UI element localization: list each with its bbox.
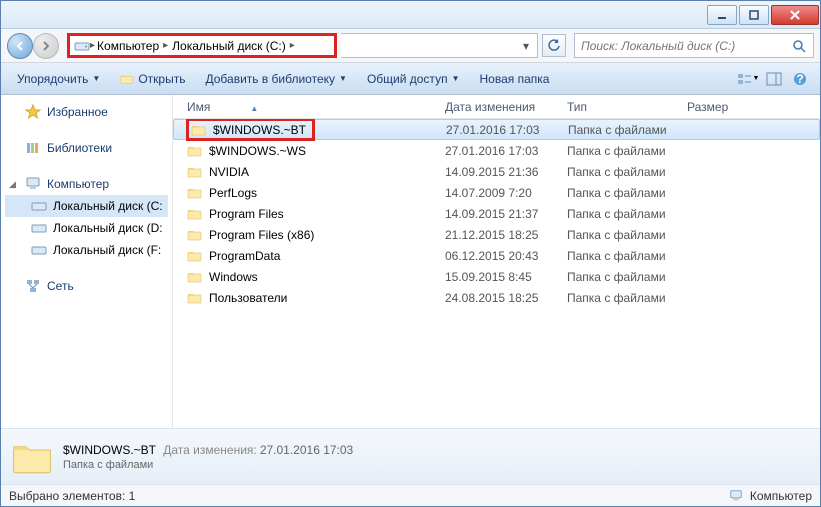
star-icon <box>25 104 41 120</box>
back-button[interactable] <box>7 33 33 59</box>
drive-icon <box>74 38 90 54</box>
open-button[interactable]: Открыть <box>112 68 193 90</box>
cell-name: $WINDOWS.~BT <box>182 119 440 141</box>
column-type[interactable]: Тип <box>561 100 681 114</box>
details-pane: $WINDOWS.~BT Дата изменения: 27.01.2016 … <box>1 428 820 484</box>
drive-icon <box>31 198 47 214</box>
cell-name: Program Files <box>181 207 439 221</box>
sidebar-drive-d[interactable]: Локальный диск (D: <box>5 217 168 239</box>
refresh-button[interactable] <box>542 34 566 57</box>
titlebar <box>1 1 820 29</box>
add-to-library-menu[interactable]: Добавить в библиотеку▼ <box>197 68 354 90</box>
sidebar-network[interactable]: Сеть <box>5 275 168 297</box>
cell-type: Папка с файлами <box>561 207 681 221</box>
organize-menu[interactable]: Упорядочить▼ <box>9 68 108 90</box>
breadcrumb[interactable]: ▸ Компьютер▸ Локальный диск (C:)▸ <box>67 33 337 58</box>
cell-date: 06.12.2015 20:43 <box>439 249 561 263</box>
cell-type: Папка с файлами <box>561 249 681 263</box>
share-menu[interactable]: Общий доступ▼ <box>359 68 468 90</box>
network-icon <box>25 278 41 294</box>
drive-icon <box>31 242 47 258</box>
svg-text:?: ? <box>796 72 803 86</box>
status-bar: Выбрано элементов: 1 Компьютер <box>1 484 820 506</box>
cell-type: Папка с файлами <box>561 228 681 242</box>
forward-button[interactable] <box>33 33 59 59</box>
table-row[interactable]: Windows15.09.2015 8:45Папка с файлами <box>173 266 820 287</box>
sidebar-drive-f[interactable]: Локальный диск (F: <box>5 239 168 261</box>
address-dropdown-button[interactable]: ▾ <box>517 37 535 55</box>
computer-icon <box>25 176 41 192</box>
explorer-window: ▸ Компьютер▸ Локальный диск (C:)▸ ▾ Упор… <box>0 0 821 507</box>
address-bar: ▸ Компьютер▸ Локальный диск (C:)▸ ▾ <box>1 29 820 63</box>
table-row[interactable]: ProgramData06.12.2015 20:43Папка с файла… <box>173 245 820 266</box>
column-date[interactable]: Дата изменения <box>439 100 561 114</box>
sort-ascending-icon: ▲ <box>250 104 258 113</box>
table-row[interactable]: Program Files14.09.2015 21:37Папка с фай… <box>173 203 820 224</box>
sidebar-drive-c[interactable]: Локальный диск (C: <box>5 195 168 217</box>
sidebar-favorites[interactable]: Избранное <box>5 101 168 123</box>
status-selection: Выбрано элементов: 1 <box>9 489 135 503</box>
search-box[interactable] <box>574 33 814 58</box>
cell-date: 21.12.2015 18:25 <box>439 228 561 242</box>
table-row[interactable]: PerfLogs14.07.2009 7:20Папка с файлами <box>173 182 820 203</box>
search-input[interactable] <box>581 39 791 53</box>
maximize-button[interactable] <box>739 5 769 25</box>
minimize-button[interactable] <box>707 5 737 25</box>
cell-type: Папка с файлами <box>561 186 681 200</box>
details-name: $WINDOWS.~BT <box>63 443 156 457</box>
cell-name: NVIDIA <box>181 165 439 179</box>
drive-icon <box>31 220 47 236</box>
column-headers: Имя▲ Дата изменения Тип Размер <box>173 95 820 119</box>
cell-type: Папка с файлами <box>561 270 681 284</box>
computer-icon <box>728 489 744 503</box>
breadcrumb-item[interactable]: Компьютер▸ <box>95 39 170 53</box>
cell-name: Program Files (x86) <box>181 228 439 242</box>
cell-type: Папка с файлами <box>561 144 681 158</box>
cell-name: Windows <box>181 270 439 284</box>
column-name[interactable]: Имя▲ <box>181 100 439 114</box>
table-row[interactable]: NVIDIA14.09.2015 21:36Папка с файлами <box>173 161 820 182</box>
cell-name: Пользователи <box>181 291 439 305</box>
cell-name: PerfLogs <box>181 186 439 200</box>
breadcrumb-item[interactable]: Локальный диск (C:)▸ <box>170 39 297 53</box>
cell-name: ProgramData <box>181 249 439 263</box>
cell-name: $WINDOWS.~WS <box>181 144 439 158</box>
sidebar-libraries[interactable]: Библиотеки <box>5 137 168 159</box>
table-row[interactable]: $WINDOWS.~BT27.01.2016 17:03Папка с файл… <box>173 119 820 140</box>
cell-date: 27.01.2016 17:03 <box>439 144 561 158</box>
libraries-icon <box>25 140 41 156</box>
view-options-button[interactable]: ▼ <box>736 67 760 91</box>
sidebar-computer[interactable]: ◢Компьютер <box>5 173 168 195</box>
cell-date: 14.07.2009 7:20 <box>439 186 561 200</box>
addr-free-area[interactable]: ▾ <box>341 33 538 58</box>
table-row[interactable]: $WINDOWS.~WS27.01.2016 17:03Папка с файл… <box>173 140 820 161</box>
navigation-pane: Избранное Библиотеки ◢Компьютер Локальны… <box>1 95 173 428</box>
cell-type: Папка с файлами <box>561 165 681 179</box>
status-location: Компьютер <box>750 489 812 503</box>
cell-date: 24.08.2015 18:25 <box>439 291 561 305</box>
cell-date: 14.09.2015 21:36 <box>439 165 561 179</box>
toolbar: Упорядочить▼ Открыть Добавить в библиоте… <box>1 63 820 95</box>
table-row[interactable]: Пользователи24.08.2015 18:25Папка с файл… <box>173 287 820 308</box>
preview-pane-button[interactable] <box>762 67 786 91</box>
help-button[interactable]: ? <box>788 67 812 91</box>
table-row[interactable]: Program Files (x86)21.12.2015 18:25Папка… <box>173 224 820 245</box>
cell-date: 27.01.2016 17:03 <box>440 123 562 137</box>
folder-icon <box>11 438 53 476</box>
cell-type: Папка с файлами <box>561 291 681 305</box>
cell-type: Папка с файлами <box>562 123 682 137</box>
cell-date: 15.09.2015 8:45 <box>439 270 561 284</box>
cell-date: 14.09.2015 21:37 <box>439 207 561 221</box>
file-list: Имя▲ Дата изменения Тип Размер $WINDOWS.… <box>173 95 820 428</box>
close-button[interactable] <box>771 5 819 25</box>
details-type: Папка с файлами <box>63 459 353 471</box>
new-folder-button[interactable]: Новая папка <box>471 68 557 90</box>
search-icon <box>791 39 807 53</box>
column-size[interactable]: Размер <box>681 100 761 114</box>
